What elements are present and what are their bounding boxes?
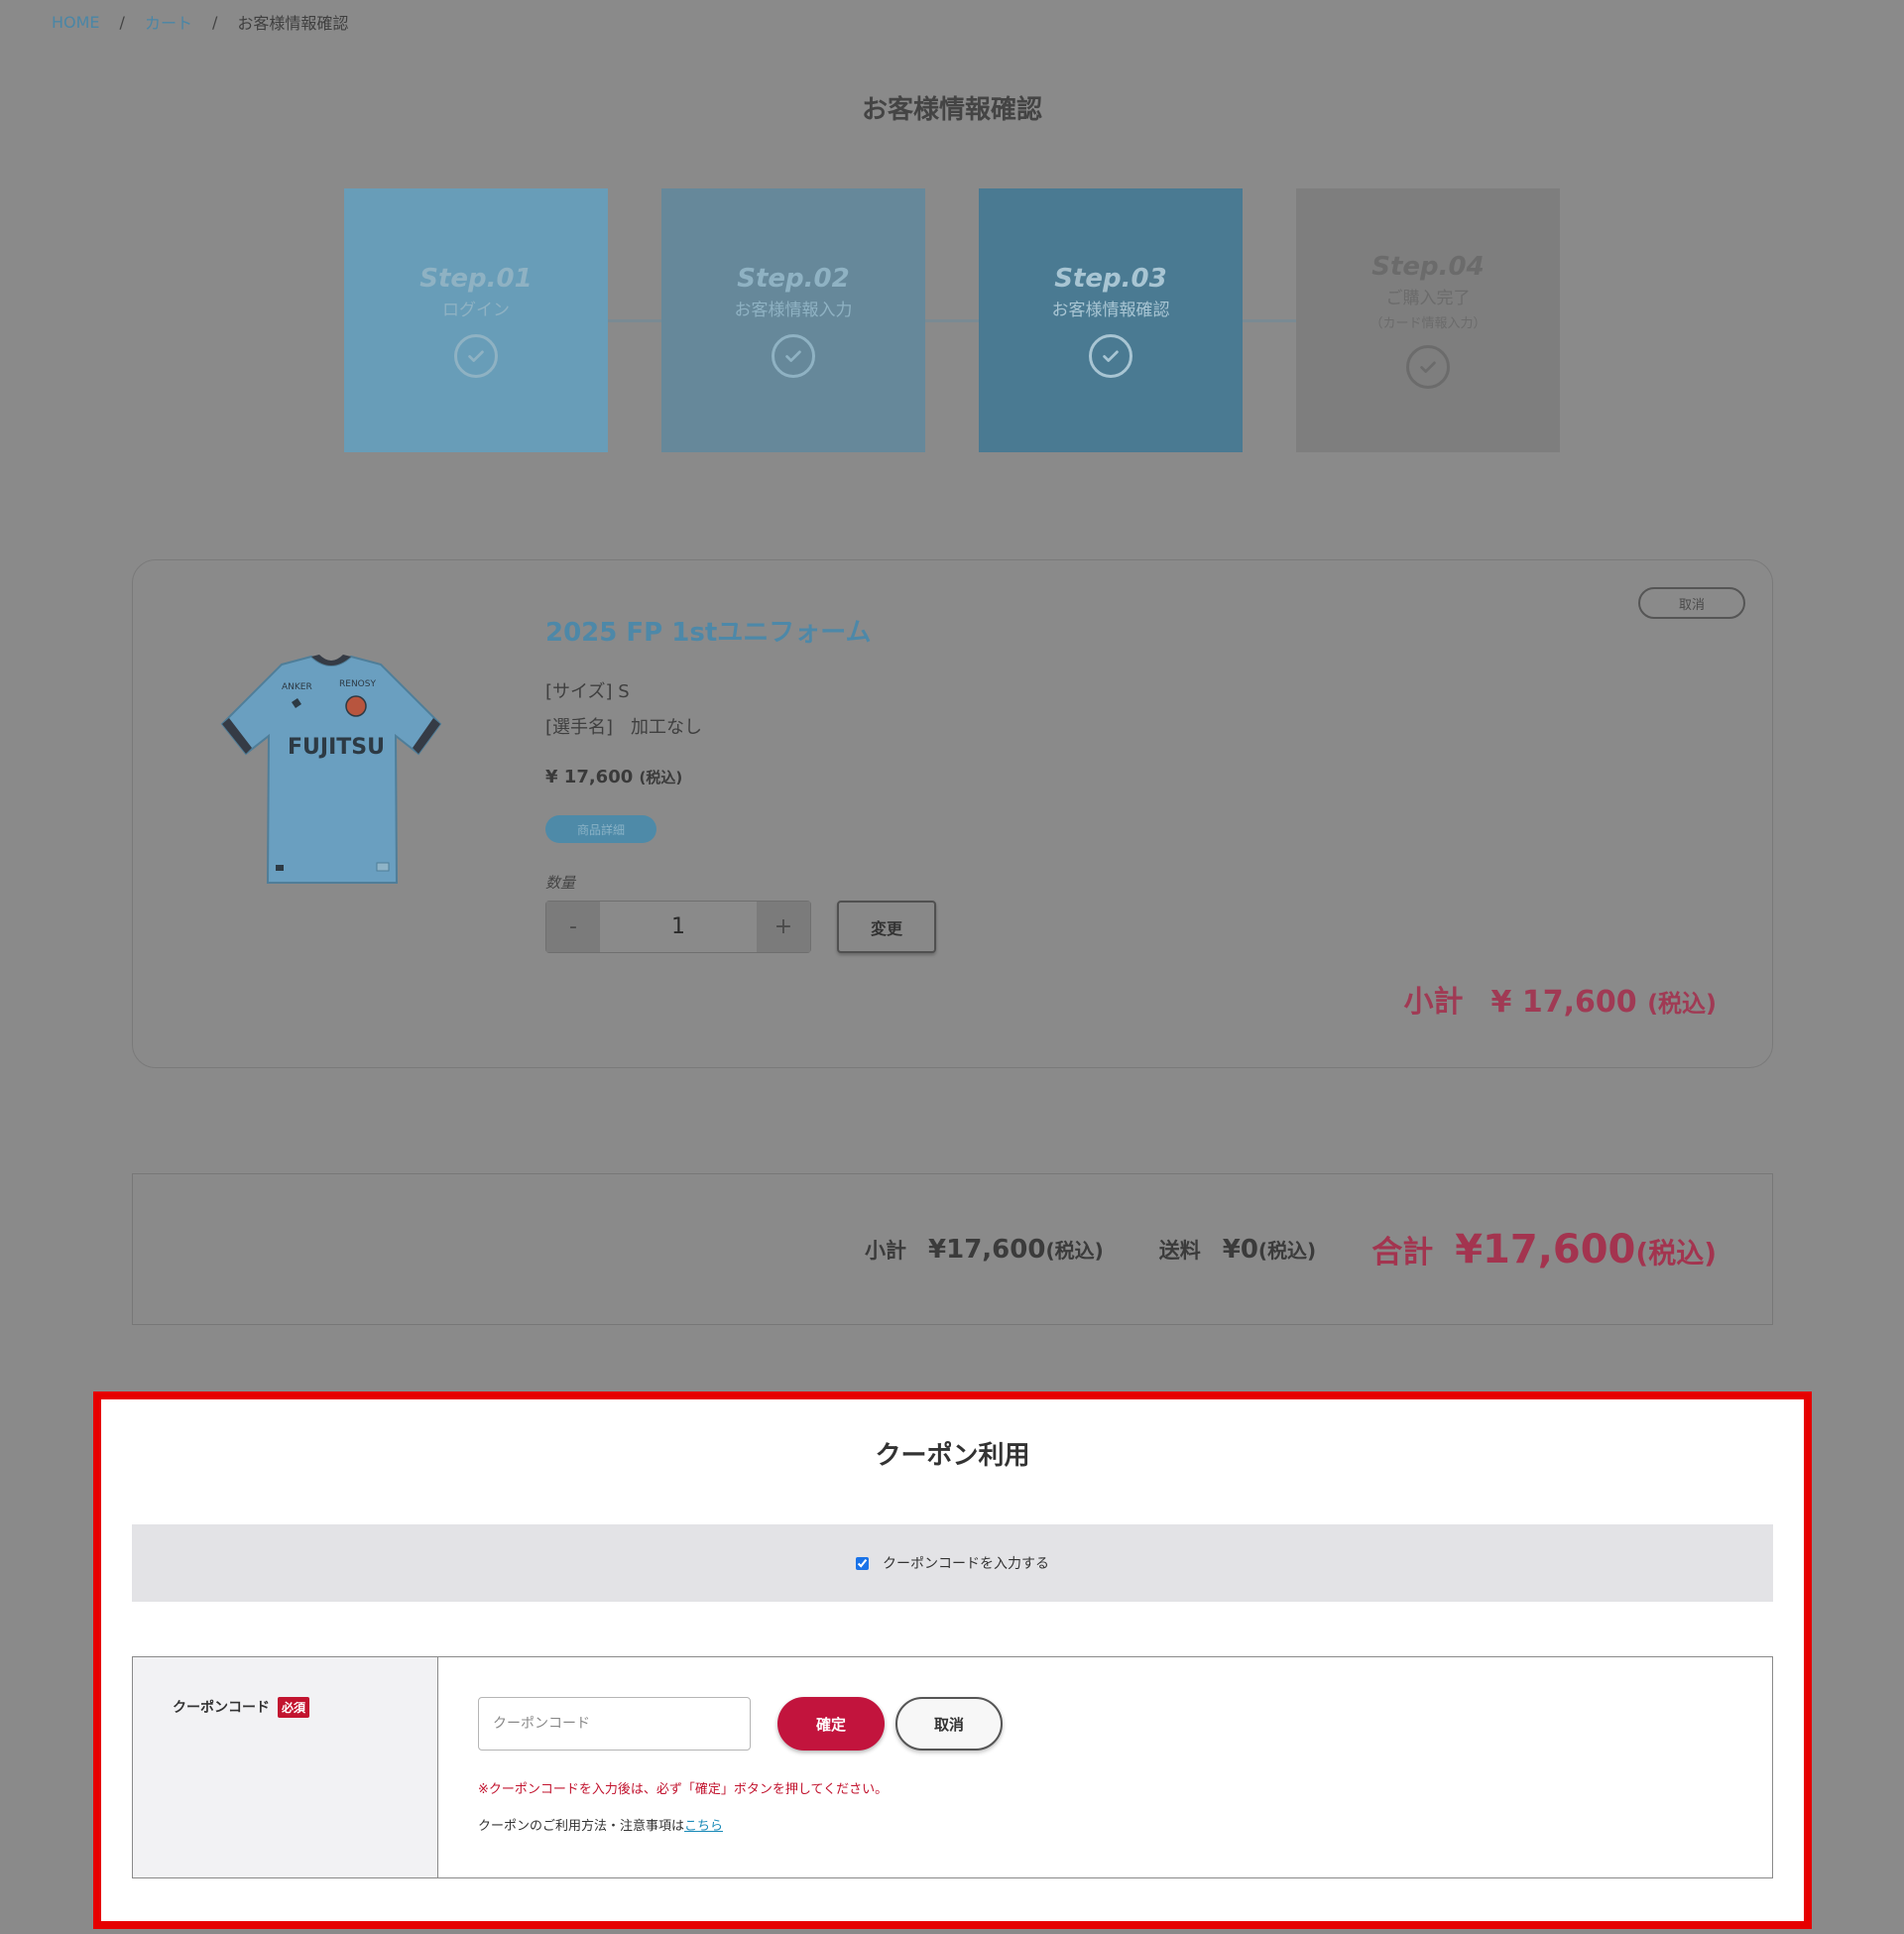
coupon-toggle-row[interactable]: クーポンコードを入力する [132,1524,1773,1602]
step-purchase-complete: Step.04 ご購入完了 （カード情報入力） [1296,188,1560,452]
required-badge: 必須 [278,1697,310,1718]
quantity-input[interactable]: 1 [600,902,757,952]
step-customer-input: Step.02 お客様情報入力 [661,188,925,452]
totals-shipping-value: ¥0 [1222,1234,1258,1265]
step-label: お客様情報確認 [1051,300,1170,320]
product-price-value: ¥ 17,600 [545,767,634,787]
coupon-section: クーポン利用 クーポンコードを入力する クーポンコード必須 確定 取消 ※クーポ… [93,1391,1812,1929]
remove-item-button[interactable]: 取消 [1638,587,1745,619]
step-login: Step.01 ログイン [344,188,608,452]
coupon-cancel-button[interactable]: 取消 [895,1697,1003,1751]
quantity-stepper: - 1 + [545,901,811,953]
check-circle-icon [1406,345,1450,389]
grand-total-amount: ¥17,600(税込) [1455,1227,1717,1272]
step-customer-confirm: Step.03 お客様情報確認 [979,188,1243,452]
totals-subtotal-value: ¥17,600 [928,1234,1046,1265]
coupon-confirm-button[interactable]: 確定 [777,1697,885,1751]
grand-total-value: ¥17,600 [1455,1226,1636,1272]
check-circle-icon [1089,333,1132,378]
coupon-code-input[interactable] [478,1697,751,1751]
item-subtotal-amount: ¥ 17,600 (税込) [1491,984,1717,1020]
quantity-change-button[interactable]: 変更 [837,901,936,953]
totals-shipping-tax: (税込) [1257,1238,1317,1263]
breadcrumb-separator: / [119,12,125,32]
grand-total-tax: (税込) [1635,1236,1717,1269]
product-size: [サイズ] S [545,681,630,702]
coupon-help-label: クーポンのご利用方法・注意事項は [478,1819,685,1834]
coupon-toggle-checkbox[interactable] [856,1556,869,1570]
coupon-field-body: 確定 取消 ※クーポンコードを入力後は、必ず「確定」ボタンを押してください。 ク… [438,1657,1772,1877]
breadcrumb-cart-link[interactable]: カート [145,10,192,34]
product-detail-button[interactable]: 商品詳細 [545,815,656,843]
item-subtotal: 小計 ¥ 17,600 (税込) [1404,977,1717,1021]
step-number: Step.03 [1054,263,1167,294]
check-circle-icon [772,333,815,378]
step-number: Step.04 [1371,252,1485,282]
totals-shipping-label: 送料 [1158,1238,1201,1263]
quantity-decrease-button[interactable]: - [546,902,600,952]
product-title-link[interactable]: 2025 FP 1stユニフォーム [545,612,872,649]
page-title: お客様情報確認 [861,95,1042,125]
totals-shipping: 送料 ¥0(税込) [1159,1235,1316,1265]
totals-subtotal: 小計 ¥17,600(税込) [865,1235,1104,1265]
product-player-name: [選手名] 加工なし [545,717,703,738]
item-subtotal-label: 小計 [1403,985,1464,1020]
coupon-section-title: クーポン利用 [875,1441,1030,1471]
quantity-increase-button[interactable]: + [757,902,810,952]
breadcrumb-separator: / [211,12,218,32]
breadcrumb: HOME / カート / お客様情報確認 [52,10,348,34]
shirt-sponsor-right: RENOSY [339,679,376,689]
step-label: ログイン [442,300,510,320]
step-label: ご購入完了 [1385,289,1471,308]
item-subtotal-value: ¥ 17,600 [1490,985,1637,1020]
product-image[interactable]: ANKER RENOSY FUJITSU [212,635,450,893]
totals-subtotal-label: 小計 [865,1238,907,1263]
grand-total-label: 合計 [1371,1234,1434,1270]
order-totals: 小計 ¥17,600(税込) 送料 ¥0(税込) 合計 ¥17,600(税込) [132,1173,1773,1325]
coupon-toggle-label[interactable]: クーポンコードを入力する [883,1553,1049,1573]
product-price-tax: (税込) [639,769,683,786]
step-number: Step.01 [419,263,533,294]
totals-subtotal-amount: ¥17,600(税込) [928,1235,1104,1265]
breadcrumb-current: お客様情報確認 [237,14,349,33]
product-price: ¥ 17,600 (税込) [545,767,682,787]
breadcrumb-home-link[interactable]: HOME [52,13,100,32]
coupon-help-text: クーポンのご利用方法・注意事項はこちら [478,1815,723,1834]
shirt-chest-sponsor: FUJITSU [288,735,385,760]
check-circle-icon [454,333,498,378]
coupon-form-table: クーポンコード必須 確定 取消 ※クーポンコードを入力後は、必ず「確定」ボタンを… [132,1656,1773,1878]
coupon-notice: ※クーポンコードを入力後は、必ず「確定」ボタンを押してください。 [478,1782,889,1797]
totals-subtotal-tax: (税込) [1045,1238,1104,1263]
step-sublabel: （カード情報入力） [1369,316,1487,331]
coupon-field-header: クーポンコード 必須 [133,1657,438,1877]
cart-item-card: 取消 ANKER RENOSY FUJITSU 2025 FP 1stユニフォー… [132,559,1773,1068]
step-number: Step.02 [737,263,850,294]
totals-grand-total: 合計 ¥17,600(税込) [1371,1227,1717,1272]
totals-shipping-amount: ¥0(税込) [1223,1235,1316,1265]
quantity-label: 数量 [545,874,576,892]
coupon-field-label: クーポンコード [173,1700,270,1716]
shirt-sponsor-left: ANKER [282,682,312,692]
coupon-help-link[interactable]: こちら [684,1819,723,1834]
item-subtotal-tax: (税込) [1647,990,1717,1018]
step-label: お客様情報入力 [734,300,853,320]
